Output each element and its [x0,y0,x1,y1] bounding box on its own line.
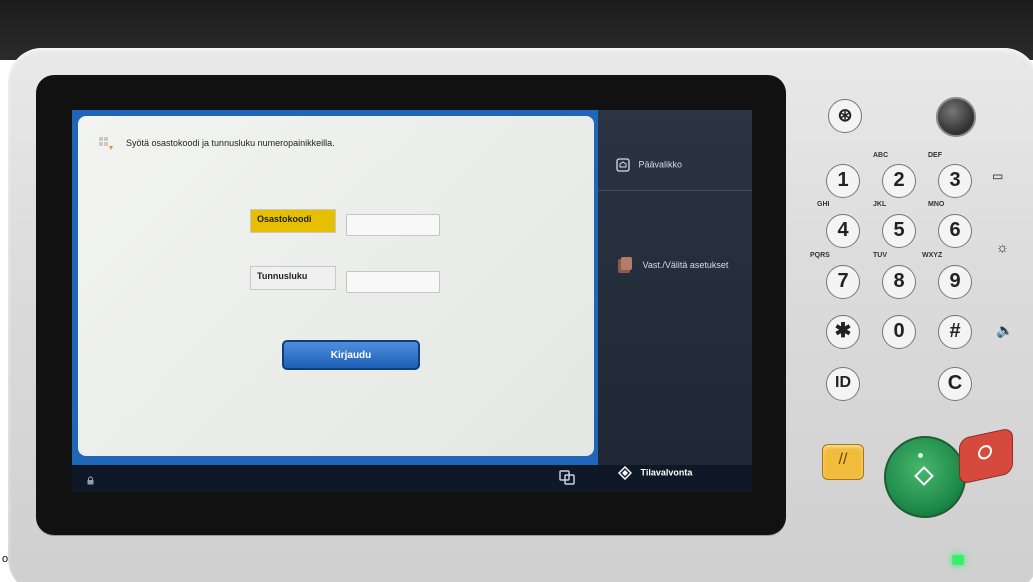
counter-indicator-icon: ▭ [992,169,1004,183]
key-3[interactable]: 3 [938,164,972,198]
key-4[interactable]: 4 [826,214,860,248]
login-panel-frame: Syötä osastokoodi ja tunnusluku numeropa… [72,110,598,465]
forward-settings-label: Vast./Välitä asetukset [642,259,729,270]
sidebar-divider [598,190,752,191]
status-monitor-button[interactable]: Tilavalvonta [618,466,692,480]
key-3-letters: DEF [928,152,942,159]
touch-screen: Syötä osastokoodi ja tunnusluku numeropa… [72,110,752,492]
corner-text: o [2,553,9,565]
department-code-label[interactable]: Osastokoodi [250,209,336,233]
key-8-letters: TUV [873,252,887,259]
clear-key[interactable]: C [938,367,972,401]
start-led-indicator [918,453,923,458]
volume-icon: 🔈 [996,322,1014,338]
key-2-letters: ABC [873,152,889,159]
home-menu-item[interactable]: Päävalikko [616,158,746,172]
status-monitor-label: Tilavalvonta [640,467,693,478]
reset-button[interactable]: // [822,444,864,480]
power-button[interactable] [936,97,976,137]
key-6[interactable]: 6 [938,214,972,248]
key-6-letters: MNO [928,201,945,208]
login-panel: Syötä osastokoodi ja tunnusluku numeropa… [78,116,594,456]
stop-icon [978,443,992,461]
forward-settings-icon [618,257,632,273]
brightness-icon: ☼ [996,239,1009,255]
department-code-input[interactable] [346,214,440,236]
menu-key[interactable]: ⊛ [828,99,862,133]
key-5[interactable]: 5 [882,214,916,248]
key-star[interactable]: ✱ [826,315,860,349]
pin-label[interactable]: Tunnusluku [250,266,336,290]
status-monitor-icon [618,466,632,480]
right-navigation-column: Päävalikko Vast./Välitä asetukset [598,110,752,492]
start-icon [914,466,934,486]
key-4-letters: GHI [817,201,830,208]
forward-settings-menu-item[interactable]: Vast./Välitä asetukset [616,256,746,274]
key-5-letters: JKL [873,201,887,208]
status-led [952,555,964,565]
key-8[interactable]: 8 [882,265,916,299]
key-7-letters: PQRS [810,252,830,259]
key-9-letters: WXYZ [922,252,943,259]
key-9[interactable]: 9 [938,265,972,299]
key-0[interactable]: 0 [882,315,916,349]
printer-scene: Syötä osastokoodi ja tunnusluku numeropa… [0,0,1033,582]
pin-input[interactable] [346,271,440,293]
home-menu-label: Päävalikko [638,159,683,170]
instruction-text: Syötä osastokoodi ja tunnusluku numeropa… [126,138,335,148]
keypad-instruction-icon [99,137,113,150]
key-7[interactable]: 7 [826,265,860,299]
home-icon [616,158,630,172]
swap-display-icon[interactable] [556,466,578,488]
lock-icon [87,476,94,485]
start-button[interactable] [884,436,966,518]
id-key[interactable]: ID [826,367,860,401]
key-hash[interactable]: # [938,315,972,349]
login-button[interactable]: Kirjaudu [282,340,420,370]
key-1[interactable]: 1 [826,164,860,198]
key-2[interactable]: 2 [882,164,916,198]
